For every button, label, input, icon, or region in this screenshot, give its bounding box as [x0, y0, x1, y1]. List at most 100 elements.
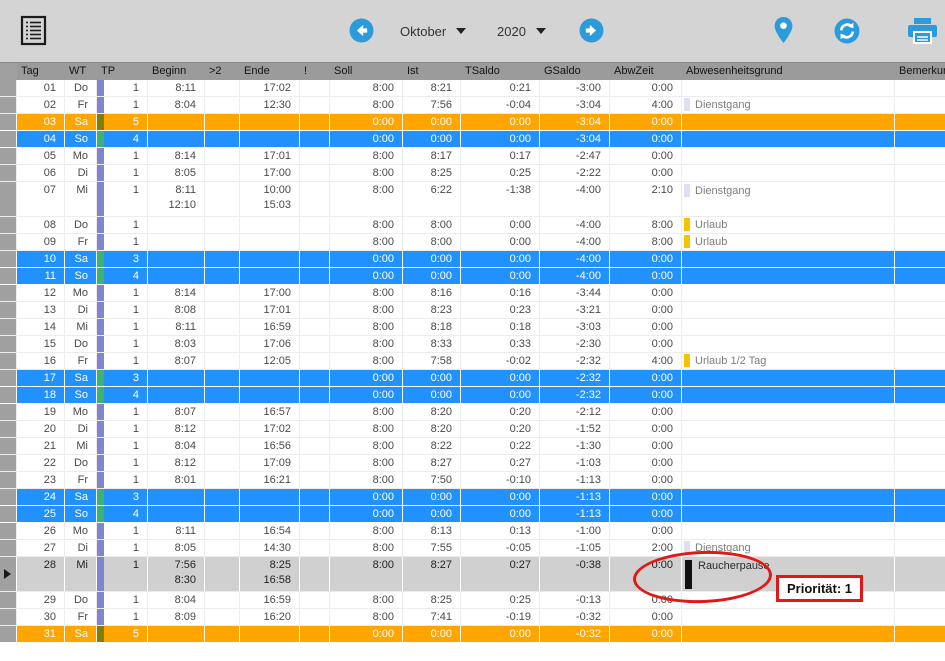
cell-tag: 18 [17, 387, 65, 403]
table-row[interactable]: 12 Mo 1 8:14 17:00 8:00 8:16 0:16 -3:44 … [0, 285, 945, 302]
cell-tagesplan: 3 [97, 489, 148, 505]
cell-beginn: 8:11 [148, 523, 205, 539]
cell-tagesplan: 4 [97, 131, 148, 147]
cell-bemerkung [895, 217, 945, 233]
column-header-beginn: Beginn [148, 63, 205, 80]
table-row[interactable]: 06 Di 1 8:05 17:00 8:00 8:25 0:25 -2:22 … [0, 165, 945, 182]
cell-abwesenheitsgrund [682, 302, 895, 318]
absence-color-marker [684, 218, 690, 231]
table-row[interactable]: 27 Di 1 8:05 14:30 8:00 7:55 -0:05 -1:05… [0, 540, 945, 557]
cell-tsaldo: 0:27 [461, 455, 540, 471]
cell-tsaldo: 0:00 [461, 626, 540, 642]
cell-soll: 8:00 [330, 523, 403, 539]
dayplan-color-marker [97, 131, 104, 147]
table-row[interactable]: 22 Do 1 8:12 17:09 8:00 8:27 0:27 -1:03 … [0, 455, 945, 472]
table-row[interactable]: 01 Do 1 8:11 17:02 8:00 8:21 0:21 -3:00 … [0, 80, 945, 97]
year-dropdown[interactable]: 2020 [497, 19, 546, 43]
table-row[interactable]: 13 Di 1 8:08 17:01 8:00 8:23 0:23 -3:21 … [0, 302, 945, 319]
cell-abwzeit: 0:00 [610, 421, 682, 437]
cell-bemerkung [895, 182, 945, 216]
cell-ist: 0:00 [403, 268, 461, 284]
cell-bemerkung [895, 268, 945, 284]
table-row[interactable]: 11 So 4 0:00 0:00 0:00 -4:00 0:00 [0, 268, 945, 285]
row-selector-gutter [0, 302, 17, 318]
cell-tsaldo: 0:22 [461, 438, 540, 454]
table-row[interactable]: 31 Sa 5 0:00 0:00 0:00 -0:32 0:00 [0, 626, 945, 643]
cell-tag: 06 [17, 165, 65, 181]
table-row[interactable]: 15 Do 1 8:03 17:06 8:00 8:33 0:33 -2:30 … [0, 336, 945, 353]
table-row[interactable]: 30 Fr 1 8:09 16:20 8:00 7:41 -0:19 -0:32… [0, 609, 945, 626]
table-row[interactable]: 04 So 4 0:00 0:00 0:00 -3:04 0:00 [0, 131, 945, 148]
cell-tagesplan: 1 [97, 523, 148, 539]
table-row[interactable]: 03 Sa 5 0:00 0:00 0:00 -3:04 0:00 [0, 114, 945, 131]
cell-abwzeit: 0:00 [610, 80, 682, 96]
cell-tsaldo: 0:00 [461, 506, 540, 522]
cell-gsaldo: -1:03 [540, 455, 610, 471]
cell-ist: 0:00 [403, 626, 461, 642]
cell-weekday: Di [65, 421, 97, 437]
cell-beginn: 8:05 [148, 540, 205, 556]
cell-weekday: Do [65, 455, 97, 471]
location-pin-icon [771, 33, 796, 48]
cell-soll: 8:00 [330, 319, 403, 335]
row-selector-gutter [0, 455, 17, 471]
table-row[interactable]: 14 Mi 1 8:11 16:59 8:00 8:18 0:18 -3:03 … [0, 319, 945, 336]
cell-bemerkung [895, 302, 945, 318]
previous-month-button[interactable] [349, 18, 374, 46]
table-row[interactable]: 09 Fr 1 8:00 8:00 0:00 -4:00 8:00 Urlaub [0, 234, 945, 251]
cell-soll: 0:00 [330, 370, 403, 386]
cell-abwesenheitsgrund: Urlaub 1/2 Tag [682, 353, 895, 369]
table-row[interactable]: 24 Sa 3 0:00 0:00 0:00 -1:13 0:00 [0, 489, 945, 506]
cell-abwesenheitsgrund [682, 268, 895, 284]
cell-abwesenheitsgrund [682, 404, 895, 420]
day-list-button[interactable] [20, 15, 47, 49]
cell-gsaldo: -3:04 [540, 97, 610, 113]
table-row[interactable]: 02 Fr 1 8:04 12:30 8:00 7:56 -0:04 -3:04… [0, 97, 945, 114]
cell-gsaldo: -1:30 [540, 438, 610, 454]
cell-warning [300, 506, 330, 522]
cell-tag: 22 [17, 455, 65, 471]
cell-gsaldo: -4:00 [540, 182, 610, 216]
cell-gt2 [205, 387, 240, 403]
cell-weekday: Do [65, 80, 97, 96]
cell-ist: 8:20 [403, 421, 461, 437]
cell-warning [300, 234, 330, 250]
month-dropdown[interactable]: Oktober [400, 19, 466, 43]
cell-beginn [148, 251, 205, 267]
cell-soll: 0:00 [330, 387, 403, 403]
cell-gsaldo: -3:21 [540, 302, 610, 318]
location-button[interactable] [771, 16, 796, 48]
cell-bemerkung [895, 319, 945, 335]
toolbar: Oktober 2020 [0, 0, 945, 62]
print-button[interactable] [906, 17, 939, 48]
list-icon [20, 34, 47, 49]
table-row[interactable]: 07 Mi 1 8:11 12:10 10:00 15:03 8:00 6:22… [0, 182, 945, 217]
cell-gt2 [205, 421, 240, 437]
cell-bemerkung [895, 438, 945, 454]
table-row[interactable]: 08 Do 1 8:00 8:00 0:00 -4:00 8:00 Urlaub [0, 217, 945, 234]
sync-button[interactable] [834, 18, 860, 47]
table-row[interactable]: 21 Mi 1 8:04 16:56 8:00 8:22 0:22 -1:30 … [0, 438, 945, 455]
table-row[interactable]: 20 Di 1 8:12 17:02 8:00 8:20 0:20 -1:52 … [0, 421, 945, 438]
cell-weekday: So [65, 506, 97, 522]
table-row[interactable]: 26 Mo 1 8:11 16:54 8:00 8:13 0:13 -1:00 … [0, 523, 945, 540]
table-row[interactable]: 17 Sa 3 0:00 0:00 0:00 -2:32 0:00 [0, 370, 945, 387]
table-row[interactable]: 18 So 4 0:00 0:00 0:00 -2:32 0:00 [0, 387, 945, 404]
cell-ist: 7:56 [403, 97, 461, 113]
row-selector-gutter [0, 387, 17, 403]
table-row[interactable]: 23 Fr 1 8:01 16:21 8:00 7:50 -0:10 -1:13… [0, 472, 945, 489]
cell-abwzeit: 0:00 [610, 557, 682, 591]
cell-gt2 [205, 251, 240, 267]
next-month-button[interactable] [579, 18, 604, 46]
table-row[interactable]: 16 Fr 1 8:07 12:05 8:00 7:58 -0:02 -2:32… [0, 353, 945, 370]
absence-color-marker [684, 98, 690, 111]
table-row[interactable]: 05 Mo 1 8:14 17:01 8:00 8:17 0:17 -2:47 … [0, 148, 945, 165]
cell-tagesplan: 1 [97, 285, 148, 301]
table-row[interactable]: 19 Mo 1 8:07 16:57 8:00 8:20 0:20 -2:12 … [0, 404, 945, 421]
table-body: 01 Do 1 8:11 17:02 8:00 8:21 0:21 -3:00 … [0, 80, 945, 643]
cell-weekday: Do [65, 217, 97, 233]
table-row[interactable]: 25 So 4 0:00 0:00 0:00 -1:13 0:00 [0, 506, 945, 523]
table-row[interactable]: 10 Sa 3 0:00 0:00 0:00 -4:00 0:00 [0, 251, 945, 268]
cell-tag: 05 [17, 148, 65, 164]
cell-soll: 0:00 [330, 489, 403, 505]
